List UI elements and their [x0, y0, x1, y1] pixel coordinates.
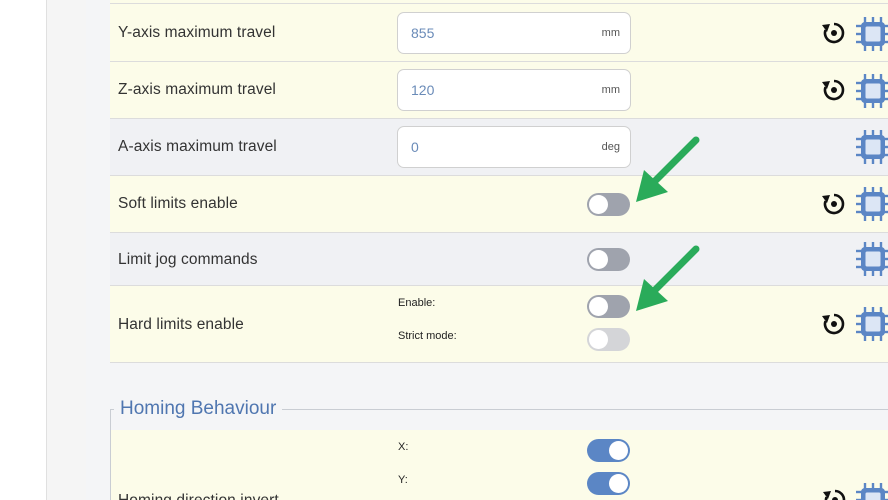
chip-icon[interactable] — [855, 186, 888, 222]
homing-x-toggle[interactable] — [587, 439, 630, 462]
setting-row-limit-jog: Limit jog commands — [110, 233, 888, 286]
z-travel-input[interactable]: 120 mm — [397, 69, 631, 111]
setting-label: Hard limits enable — [118, 316, 244, 333]
reset-icon[interactable] — [821, 20, 847, 46]
toggle-knob — [609, 441, 628, 460]
homing-x-label: X: — [398, 441, 409, 453]
chip-icon[interactable] — [855, 241, 888, 277]
setting-row-soft-limits: Soft limits enable — [110, 176, 888, 233]
arrow-annotation-icon — [636, 136, 700, 202]
input-unit: mm — [601, 27, 620, 39]
toggle-knob — [589, 195, 608, 214]
chip-icon[interactable] — [855, 306, 888, 342]
reset-icon[interactable] — [821, 77, 847, 103]
arrow-annotation-icon — [636, 245, 700, 311]
setting-label: A-axis maximum travel — [118, 138, 277, 155]
setting-row-hard-limits: Hard limits enable Enable: Strict mode: — [110, 286, 888, 363]
setting-label: Homing direction invert — [118, 492, 279, 500]
hard-limits-enable-label: Enable: — [398, 297, 436, 309]
a-travel-input[interactable]: 0 deg — [397, 126, 631, 168]
setting-row-y-travel: Y-axis maximum travel 855 mm — [110, 4, 888, 62]
left-panel-divider — [46, 0, 47, 500]
setting-label: Y-axis maximum travel — [118, 24, 276, 41]
chip-icon[interactable] — [855, 16, 888, 52]
chip-icon[interactable] — [855, 129, 888, 165]
setting-row-a-travel: A-axis maximum travel 0 deg — [110, 119, 888, 176]
input-value: 855 — [411, 25, 435, 41]
setting-label: Z-axis maximum travel — [118, 81, 276, 98]
toggle-knob — [589, 330, 608, 349]
reset-icon[interactable] — [822, 487, 848, 500]
homing-y-label: Y: — [398, 474, 408, 486]
setting-label: Limit jog commands — [118, 251, 258, 268]
homing-y-toggle[interactable] — [587, 472, 630, 495]
reset-icon[interactable] — [821, 191, 847, 217]
toggle-knob — [589, 297, 608, 316]
chip-icon[interactable] — [855, 73, 888, 109]
setting-row-z-travel: Z-axis maximum travel 120 mm — [110, 62, 888, 119]
input-value: 120 — [411, 82, 435, 98]
toggle-knob — [589, 250, 608, 269]
setting-row-homing-direction: X: Y: Homing direction invert — [111, 430, 888, 500]
toggle-knob — [609, 474, 628, 493]
strict-mode-label: Strict mode: — [398, 330, 457, 342]
input-unit: mm — [601, 84, 620, 96]
section-title: Homing Behaviour — [114, 398, 283, 420]
chip-icon[interactable] — [855, 482, 888, 500]
y-travel-input[interactable]: 855 mm — [397, 12, 631, 54]
setting-label: Soft limits enable — [118, 195, 238, 212]
reset-icon[interactable] — [821, 311, 847, 337]
left-panel — [0, 0, 46, 500]
input-value: 0 — [411, 139, 419, 155]
